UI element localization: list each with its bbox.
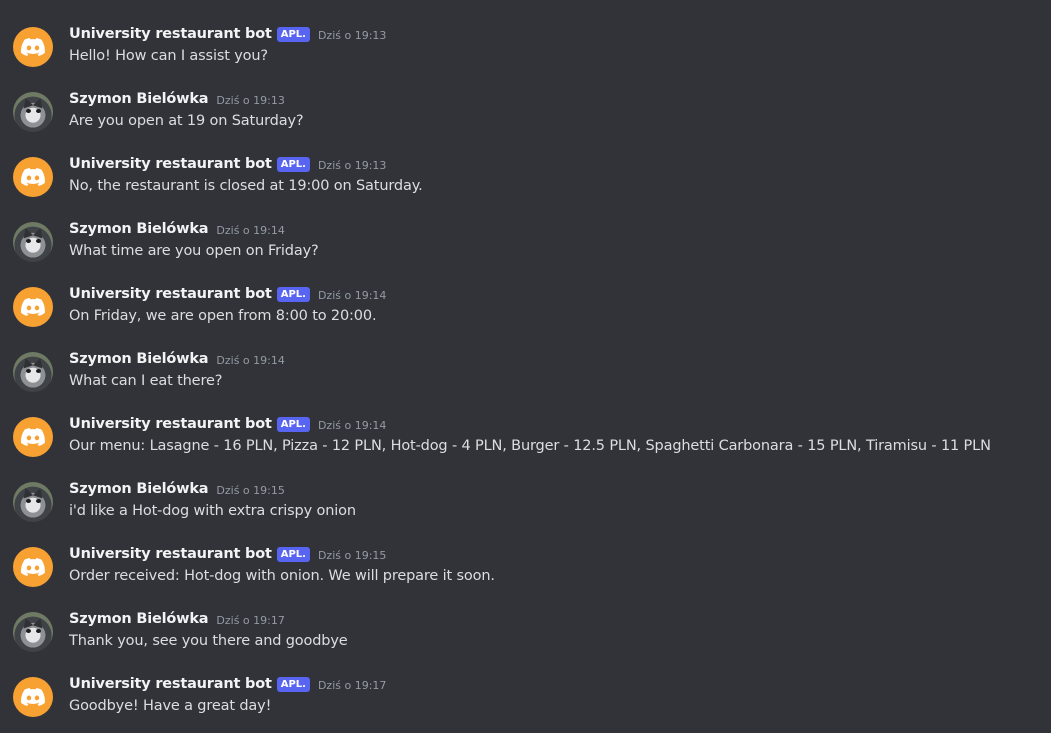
chat-message: Szymon Bielówka Dziś o 19:14 What can I ea… [0, 348, 1051, 413]
message-text: Thank you, see you there and goodbye [69, 633, 348, 649]
author-name[interactable]: Szymon Bielówka [69, 611, 209, 627]
app-badge: APL. [276, 286, 310, 302]
message-timestamp[interactable]: Dziś o 19:14 [318, 289, 386, 302]
chat-message: Szymon Bielówka Dziś o 19:13 Are you open … [0, 88, 1051, 153]
message-text: Our menu: Lasagne - 16 PLN, Pizza - 12 P… [69, 438, 991, 454]
author-name[interactable]: University restaurant bot [69, 156, 272, 172]
chat-message: Szymon Bielówka Dziś o 19:17 Thank you, se… [0, 608, 1051, 673]
message-text: On Friday, we are open from 8:00 to 20:0… [69, 308, 377, 324]
message-text: Are you open at 19 on Saturday? [69, 113, 304, 129]
author-name[interactable]: University restaurant bot [69, 676, 272, 692]
app-badge: APL. [276, 416, 310, 432]
user-avatar[interactable] [13, 92, 53, 132]
author-name[interactable]: Szymon Bielówka [69, 91, 209, 107]
author-name[interactable]: University restaurant bot [69, 26, 272, 42]
message-timestamp[interactable]: Dziś o 19:13 [216, 94, 284, 107]
chat-message: University restaurant bot APL. Dziś o 19:1… [0, 413, 1051, 478]
message-text: Hello! How can I assist you? [69, 48, 268, 64]
chat-message: Szymon Bielówka Dziś o 19:15 i'd like a Ho… [0, 478, 1051, 543]
message-timestamp[interactable]: Dziś o 19:13 [318, 29, 386, 42]
bot-avatar[interactable] [13, 417, 53, 457]
message-header: University restaurant bot APL. Dziś o 19:1… [69, 23, 386, 45]
message-header: University restaurant bot APL. Dziś o 19:1… [69, 543, 386, 565]
message-header: Szymon Bielówka Dziś o 19:14 [69, 218, 285, 240]
message-timestamp[interactable]: Dziś o 19:17 [216, 614, 284, 627]
app-badge: APL. [276, 676, 310, 692]
user-avatar[interactable] [13, 352, 53, 392]
message-header: University restaurant bot APL. Dziś o 19:1… [69, 153, 386, 175]
author-name[interactable]: University restaurant bot [69, 546, 272, 562]
author-name[interactable]: University restaurant bot [69, 416, 272, 432]
message-timestamp[interactable]: Dziś o 19:17 [318, 679, 386, 692]
message-header: Szymon Bielówka Dziś o 19:13 [69, 88, 285, 110]
app-badge: APL. [276, 156, 310, 172]
author-name[interactable]: Szymon Bielówka [69, 481, 209, 497]
message-header: Szymon Bielówka Dziś o 19:14 [69, 348, 285, 370]
chat-message: University restaurant bot APL. Dziś o 19:1… [0, 673, 1051, 733]
author-name[interactable]: Szymon Bielówka [69, 221, 209, 237]
bot-avatar[interactable] [13, 27, 53, 67]
message-timestamp[interactable]: Dziś o 19:13 [318, 159, 386, 172]
message-header: University restaurant bot APL. Dziś o 19:1… [69, 283, 386, 305]
message-header: Szymon Bielówka Dziś o 19:17 [69, 608, 285, 630]
app-badge: APL. [276, 26, 310, 42]
user-avatar[interactable] [13, 222, 53, 262]
message-text: Goodbye! Have a great day! [69, 698, 272, 714]
message-text: i'd like a Hot-dog with extra crispy oni… [69, 503, 356, 519]
user-avatar[interactable] [13, 612, 53, 652]
message-header: University restaurant bot APL. Dziś o 19:1… [69, 413, 386, 435]
message-timestamp[interactable]: Dziś o 19:15 [318, 549, 386, 562]
chat-message-list: University restaurant bot APL. Dziś o 19:1… [0, 0, 1051, 733]
message-text: What can I eat there? [69, 373, 223, 389]
message-header: Szymon Bielówka Dziś o 19:15 [69, 478, 285, 500]
message-text: Order received: Hot-dog with onion. We w… [69, 568, 495, 584]
bot-avatar[interactable] [13, 677, 53, 717]
chat-message: University restaurant bot APL. Dziś o 19:1… [0, 153, 1051, 218]
chat-message: Szymon Bielówka Dziś o 19:14 What time are… [0, 218, 1051, 283]
chat-message: University restaurant bot APL. Dziś o 19:1… [0, 543, 1051, 608]
app-badge: APL. [276, 546, 310, 562]
bot-avatar[interactable] [13, 157, 53, 197]
bot-avatar[interactable] [13, 287, 53, 327]
message-timestamp[interactable]: Dziś o 19:14 [318, 419, 386, 432]
message-text: No, the restaurant is closed at 19:00 on… [69, 178, 423, 194]
author-name[interactable]: Szymon Bielówka [69, 351, 209, 367]
message-text: What time are you open on Friday? [69, 243, 319, 259]
chat-message: University restaurant bot APL. Dziś o 19:1… [0, 283, 1051, 348]
message-timestamp[interactable]: Dziś o 19:14 [216, 354, 284, 367]
user-avatar[interactable] [13, 482, 53, 522]
message-header: University restaurant bot APL. Dziś o 19:1… [69, 673, 386, 695]
author-name[interactable]: University restaurant bot [69, 286, 272, 302]
bot-avatar[interactable] [13, 547, 53, 587]
message-timestamp[interactable]: Dziś o 19:15 [216, 484, 284, 497]
message-timestamp[interactable]: Dziś o 19:14 [216, 224, 284, 237]
chat-message: University restaurant bot APL. Dziś o 19:1… [0, 23, 1051, 88]
